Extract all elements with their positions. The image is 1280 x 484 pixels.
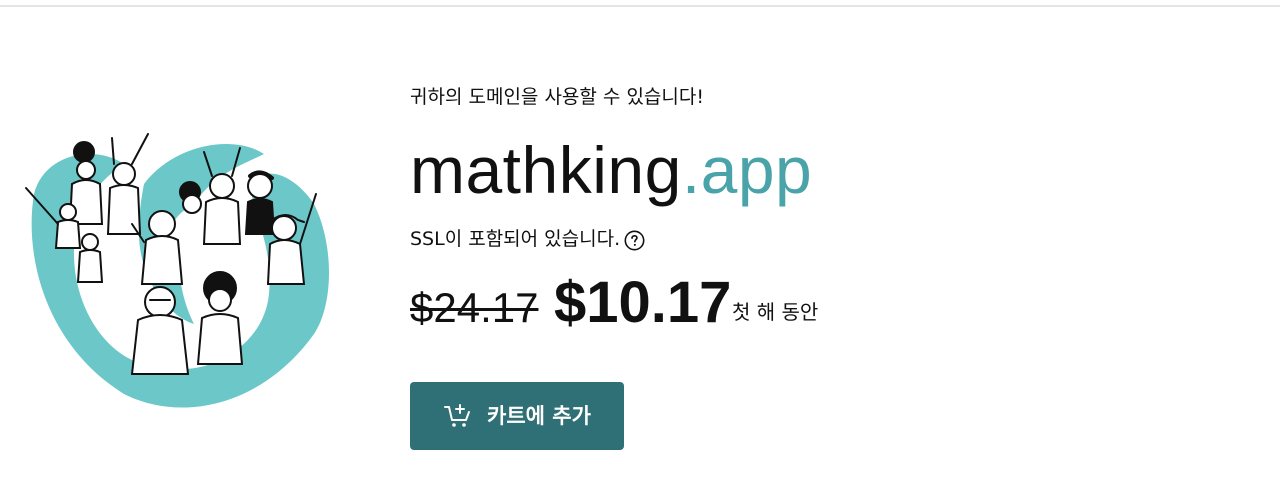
domain-sld: mathking bbox=[410, 133, 682, 207]
sale-price: $10.17 bbox=[554, 270, 732, 335]
domain-name: mathking.app bbox=[410, 132, 812, 208]
top-divider bbox=[0, 5, 1280, 7]
ssl-text: SSL이 포함되어 있습니다. bbox=[410, 228, 621, 250]
price-period: 첫 해 동안 bbox=[732, 300, 819, 324]
ssl-info: SSL이 포함되어 있습니다. bbox=[410, 227, 645, 251]
domain-tld: .app bbox=[681, 133, 813, 207]
add-to-cart-button[interactable]: 카트에 추가 bbox=[410, 382, 624, 450]
question-circle-icon[interactable] bbox=[624, 230, 645, 251]
add-to-cart-icon bbox=[444, 404, 471, 427]
original-price: $24.17 bbox=[410, 284, 539, 331]
availability-message: 귀하의 도메인을 사용할 수 있습니다! bbox=[410, 86, 704, 108]
crowd-illustration bbox=[25, 133, 329, 408]
add-to-cart-label: 카트에 추가 bbox=[487, 404, 591, 428]
